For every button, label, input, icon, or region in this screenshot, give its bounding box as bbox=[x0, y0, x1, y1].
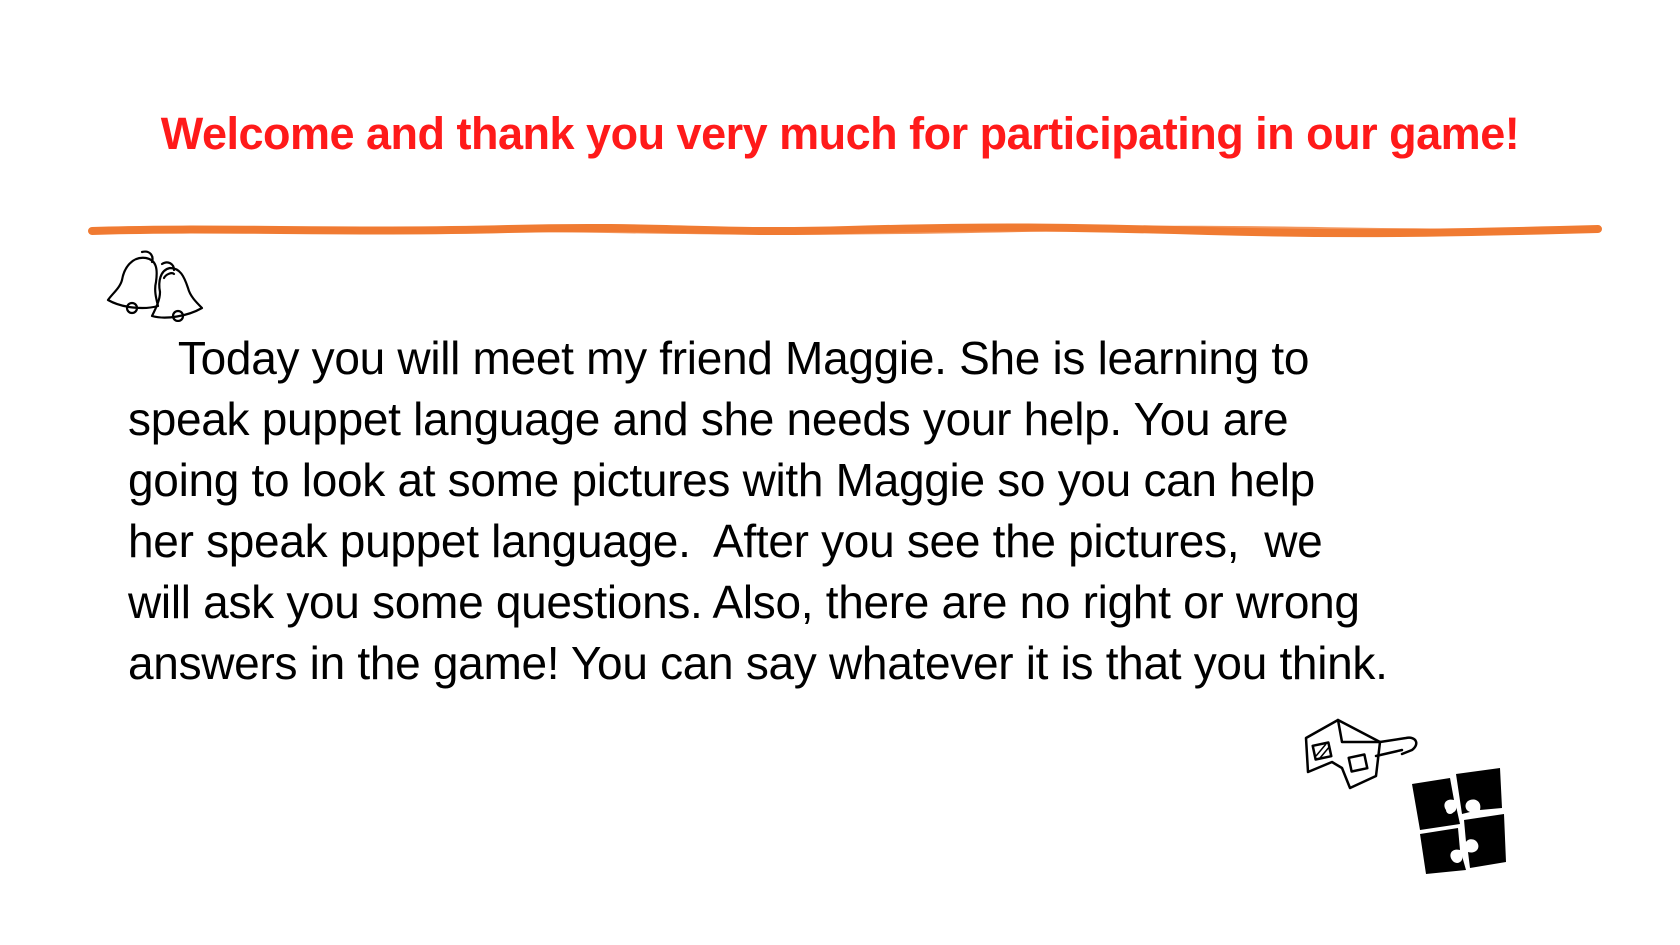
orange-divider bbox=[88, 223, 1602, 238]
bells-icon bbox=[106, 250, 204, 322]
slide-title: Welcome and thank you very much for part… bbox=[160, 108, 1520, 159]
intro-paragraph: Today you will meet my friend Maggie. Sh… bbox=[128, 332, 1388, 689]
3d-glasses-icon bbox=[1304, 718, 1418, 790]
puzzle-icon bbox=[1412, 768, 1506, 874]
